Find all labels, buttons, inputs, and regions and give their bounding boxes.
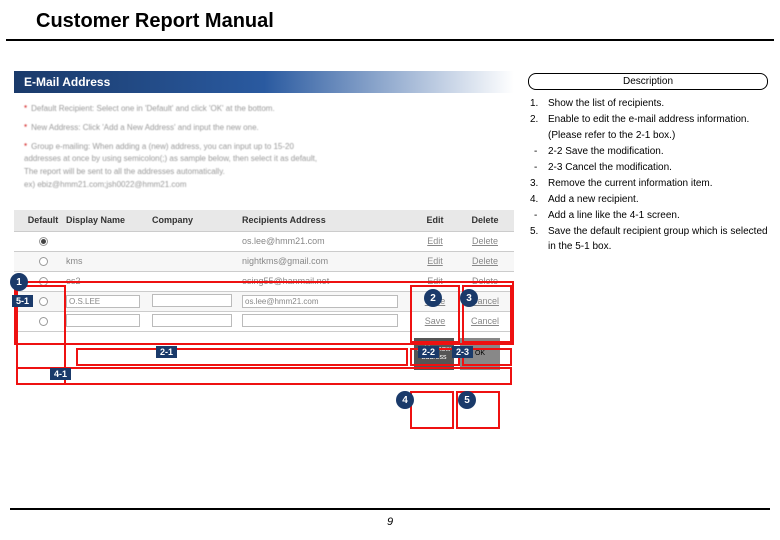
default-radio[interactable] xyxy=(39,297,48,306)
description-list: Show the list of recipients. Enable to e… xyxy=(528,96,768,254)
callout-4: 4 xyxy=(396,391,414,409)
callout-2-2: 2-2 xyxy=(418,346,439,358)
th-company: Company xyxy=(152,215,242,225)
instr-line: ex) ebiz@hmm21.com;jsh0022@hmm21.com xyxy=(24,180,187,189)
edit-link[interactable]: Edit xyxy=(427,276,443,286)
desc-item: 2-3 Cancel the modification. xyxy=(548,160,768,175)
instruction-text: *Default Recipient: Select one in 'Defau… xyxy=(14,93,514,204)
desc-item: Add a line like the 4-1 screen. xyxy=(548,208,768,223)
desc-item: 2-2 Save the modification. xyxy=(548,144,768,159)
table-header-row: Default Display Name Company Recipients … xyxy=(14,210,514,232)
instr-line: New Address: Click 'Add a New Address' a… xyxy=(31,123,259,132)
delete-link[interactable]: Delete xyxy=(472,276,498,286)
callout-1: 1 xyxy=(10,273,28,291)
cell-display: os2 xyxy=(66,276,152,286)
table-row: os.lee@hmm21.com Edit Delete xyxy=(14,232,514,252)
description-panel: Description Show the list of recipients.… xyxy=(528,73,768,255)
table-row: kms nightkms@gmail.com Edit Delete xyxy=(14,252,514,272)
description-title: Description xyxy=(528,73,768,90)
th-delete: Delete xyxy=(460,215,510,225)
callout-2-3: 2-3 xyxy=(452,346,473,358)
desc-item: (Please refer to the 2-1 box.) xyxy=(548,128,768,143)
th-default: Default xyxy=(20,215,66,225)
company-input[interactable] xyxy=(152,314,232,327)
cell-address: osing55@hanmail.net xyxy=(242,276,410,286)
callout-2: 2 xyxy=(424,289,442,307)
callout-4-1: 4-1 xyxy=(50,368,71,380)
default-radio[interactable] xyxy=(39,257,48,266)
company-input[interactable] xyxy=(152,294,232,307)
callout-3: 3 xyxy=(460,289,478,307)
callout-2-1: 2-1 xyxy=(156,346,177,358)
callout-5: 5 xyxy=(458,391,476,409)
desc-item: Remove the current information item. xyxy=(548,176,768,191)
cell-address: nightkms@gmail.com xyxy=(242,256,410,266)
page-number: 9 xyxy=(0,516,780,528)
th-address: Recipients Address xyxy=(242,215,410,225)
content-area: E-Mail Address *Default Recipient: Selec… xyxy=(0,41,780,501)
th-edit: Edit xyxy=(410,215,460,225)
cancel-link[interactable]: Cancel xyxy=(471,316,499,326)
instr-line: addresses at once by using semicolon(;) … xyxy=(24,154,317,163)
address-input[interactable]: os.lee@hmm21.com xyxy=(242,295,398,308)
edit-link[interactable]: Edit xyxy=(427,256,443,266)
save-link[interactable]: Save xyxy=(425,316,446,326)
desc-item: Add a new recipient. xyxy=(548,192,768,207)
desc-item: Show the list of recipients. xyxy=(548,96,768,111)
default-radio[interactable] xyxy=(39,277,48,286)
bottom-rule xyxy=(10,508,770,510)
table-row-new: Save Cancel xyxy=(14,312,514,332)
edit-link[interactable]: Edit xyxy=(427,236,443,246)
delete-link[interactable]: Delete xyxy=(472,256,498,266)
desc-item: Save the default recipient group which i… xyxy=(548,224,768,254)
display-input[interactable]: O.S.LEE xyxy=(66,295,140,308)
delete-link[interactable]: Delete xyxy=(472,236,498,246)
email-address-header: E-Mail Address xyxy=(14,71,514,93)
address-input[interactable] xyxy=(242,314,398,327)
instr-line: Group e-mailing: When adding a (new) add… xyxy=(31,142,294,151)
callout-5-1: 5-1 xyxy=(12,295,33,307)
display-input[interactable] xyxy=(66,314,140,327)
redbox-4 xyxy=(410,391,454,429)
cell-display: kms xyxy=(66,256,152,266)
default-radio[interactable] xyxy=(39,237,48,246)
desc-item: Enable to edit the e-mail address inform… xyxy=(548,112,768,127)
page-title: Customer Report Manual xyxy=(6,0,774,41)
instr-line: The report will be sent to all the addre… xyxy=(24,167,225,176)
cell-address: os.lee@hmm21.com xyxy=(242,236,410,246)
table-row: os2 osing55@hanmail.net Edit Delete xyxy=(14,272,514,292)
default-radio[interactable] xyxy=(39,317,48,326)
screenshot-panel: E-Mail Address *Default Recipient: Selec… xyxy=(14,71,514,370)
th-display: Display Name xyxy=(66,215,152,225)
instr-line: Default Recipient: Select one in 'Defaul… xyxy=(31,104,275,113)
